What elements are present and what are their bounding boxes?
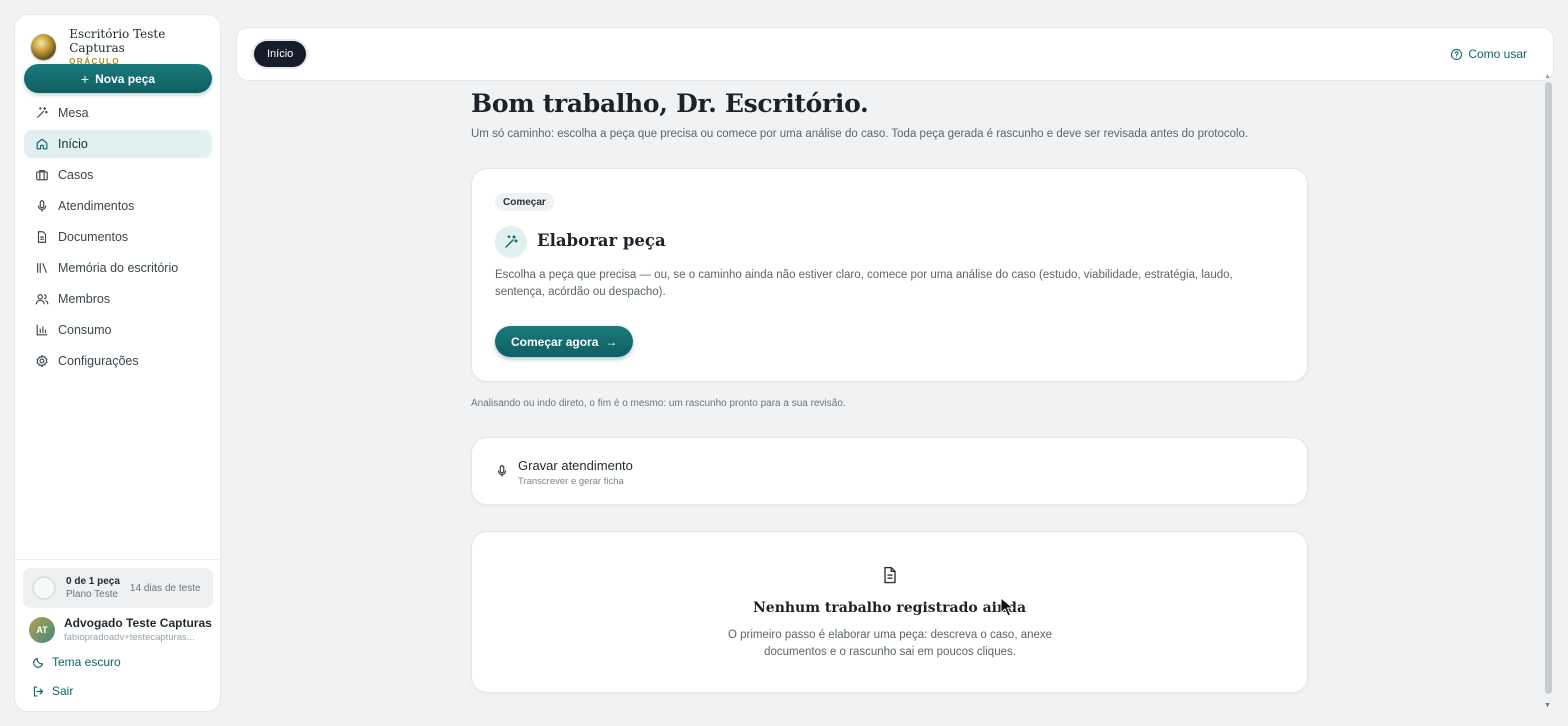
page-title: Bom trabalho, Dr. Escritório. [471,89,869,118]
scrollbar-thumb[interactable] [1545,82,1552,694]
sidebar-nav: Mesa Início Casos Atendimentos Documento… [24,99,212,378]
user-profile[interactable]: AT Advogado Teste Capturas fabiopradoadv… [29,616,212,643]
flow-note: Analisando ou indo direto, o fim é o mes… [471,398,846,409]
sidebar-item-label: Consumo [58,323,112,337]
sidebar-item-consumo[interactable]: Consumo [24,316,212,344]
mouse-cursor-icon [1000,597,1014,617]
start-badge: Começar [495,193,554,211]
new-piece-label: Nova peça [95,71,156,86]
dark-theme-toggle[interactable]: Tema escuro [32,655,121,669]
help-icon [1451,48,1463,60]
logout-label: Sair [52,684,74,698]
avatar: AT [29,616,55,643]
sidebar-item-label: Documentos [58,230,129,244]
plan-usage[interactable]: 0 de 1 peça Plano Teste 14 dias de teste [23,568,213,608]
bar-chart-icon [35,323,49,337]
user-name: Advogado Teste Capturas [64,616,212,630]
record-subtitle: Transcrever e gerar ficha [518,476,624,487]
sidebar-item-documentos[interactable]: Documentos [24,223,212,251]
sidebar-item-memoria[interactable]: Memória do escritório [24,254,212,282]
briefcase-icon [35,168,49,182]
sidebar-divider [15,559,220,560]
microphone-icon [35,199,49,213]
sidebar-item-inicio[interactable]: Início [24,130,212,158]
brand[interactable]: Escritório Teste Capturas ORÁCULO [31,27,220,67]
new-piece-button[interactable]: + Nova peça [24,64,212,93]
arrow-right-icon: → [605,334,618,349]
sidebar-item-label: Atendimentos [58,199,135,213]
page-intro: Um só caminho: escolha a peça que precis… [471,128,1249,140]
sidebar-item-label: Início [58,137,88,151]
scroll-down-arrow[interactable]: ▼ [1544,702,1551,709]
card-description: Escolha a peça que precisa — ou, se o ca… [495,269,1233,298]
trial-days: 14 dias de teste [129,582,201,594]
sidebar-item-configuracoes[interactable]: Configurações [24,347,212,375]
top-bar: Início Como usar [236,27,1554,81]
scroll-up-arrow[interactable]: ▲ [1544,73,1551,80]
sidebar-item-atendimentos[interactable]: Atendimentos [24,192,212,220]
breadcrumb[interactable]: Início [254,41,307,67]
document-icon [35,230,49,244]
start-now-label: Começar agora [511,334,599,349]
gear-icon [35,354,49,368]
sidebar-item-membros[interactable]: Membros [24,285,212,313]
start-now-button[interactable]: Começar agora → [495,326,634,357]
sidebar-item-mesa[interactable]: Mesa [24,99,212,127]
brand-name: Escritório Teste Capturas [69,27,166,55]
users-icon [35,292,49,306]
microphone-icon [497,465,507,477]
sidebar-item-label: Casos [58,168,94,182]
plus-icon: + [80,70,90,87]
empty-state-text: O primeiro passo é elaborar uma peça: de… [727,629,1053,658]
library-icon [35,261,49,275]
how-to-use-label: Como usar [1468,47,1527,61]
card-title: Elaborar peça [537,231,666,250]
user-email: fabiopradoadv+testecapturas... [64,632,195,643]
empty-state-card: Nenhum trabalho registrado ainda O prime… [471,531,1308,693]
sidebar-item-label: Configurações [58,354,139,368]
plan-name: Plano Teste [66,589,119,600]
wand-icon [35,106,49,120]
empty-state-title: Nenhum trabalho registrado ainda [752,600,1027,616]
logout-icon [33,685,44,697]
sidebar: Escritório Teste Capturas ORÁCULO + Nova… [14,14,221,712]
record-title: Gravar atendimento [518,458,633,473]
how-to-use-link[interactable]: Como usar [1450,47,1527,61]
usage-ring [32,576,56,600]
document-icon [884,566,896,584]
sidebar-item-label: Mesa [58,106,89,120]
main-header: Bom trabalho, Dr. Escritório. Um só cami… [471,89,1308,140]
sidebar-item-label: Membros [58,292,111,306]
sidebar-item-label: Memória do escritório [58,261,179,275]
start-card: Começar Elaborar peça Escolha a peça que… [471,168,1308,382]
plan-count: 0 de 1 peça [66,576,120,587]
brand-logo [31,34,57,60]
sidebar-item-casos[interactable]: Casos [24,161,212,189]
home-icon [35,137,49,151]
moon-icon [33,657,44,668]
wand-icon [495,226,527,258]
dark-theme-label: Tema escuro [52,655,121,669]
logout-button[interactable]: Sair [32,684,73,698]
record-appointment-card[interactable]: Gravar atendimento Transcrever e gerar f… [471,437,1308,505]
